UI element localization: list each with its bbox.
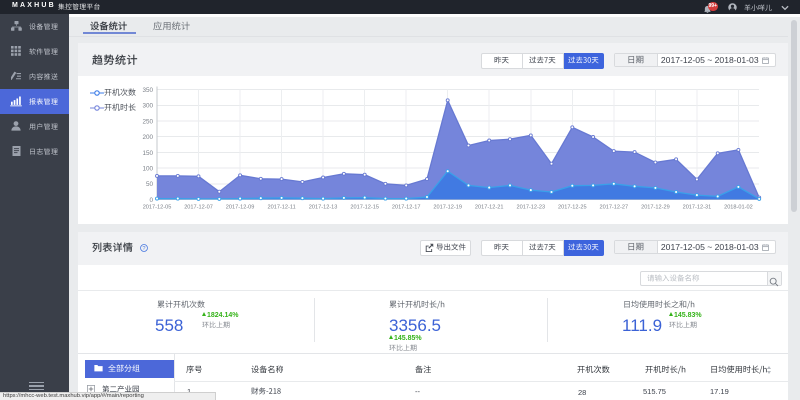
svg-text:150: 150 bbox=[142, 150, 153, 157]
svg-text:2017-12-19: 2017-12-19 bbox=[433, 205, 462, 211]
svg-text:350: 350 bbox=[142, 87, 153, 94]
svg-text:2017-12-23: 2017-12-23 bbox=[516, 205, 545, 211]
svg-text:2017-12-11: 2017-12-11 bbox=[267, 205, 295, 211]
svg-text:0: 0 bbox=[149, 197, 153, 204]
svg-text:2017-12-31: 2017-12-31 bbox=[683, 205, 712, 211]
svg-text:?: ? bbox=[142, 245, 145, 251]
svg-text:100: 100 bbox=[142, 166, 153, 173]
svg-text:2017-12-21: 2017-12-21 bbox=[475, 205, 504, 211]
svg-text:2017-12-05: 2017-12-05 bbox=[143, 205, 172, 211]
svg-text:300: 300 bbox=[142, 103, 153, 110]
svg-text:2017-12-27: 2017-12-27 bbox=[599, 205, 628, 211]
svg-text:2017-12-25: 2017-12-25 bbox=[558, 205, 587, 211]
svg-text:200: 200 bbox=[142, 134, 153, 141]
svg-text:2018-01-02: 2018-01-02 bbox=[724, 205, 753, 211]
svg-text:2017-12-09: 2017-12-09 bbox=[226, 205, 255, 211]
svg-text:2017-12-15: 2017-12-15 bbox=[350, 205, 379, 211]
svg-text:2017-12-07: 2017-12-07 bbox=[184, 205, 213, 211]
svg-text:2017-12-13: 2017-12-13 bbox=[309, 205, 338, 211]
svg-text:250: 250 bbox=[142, 118, 153, 125]
svg-text:50: 50 bbox=[146, 181, 154, 188]
svg-text:2017-12-29: 2017-12-29 bbox=[641, 205, 670, 211]
svg-text:2017-12-17: 2017-12-17 bbox=[392, 205, 421, 211]
